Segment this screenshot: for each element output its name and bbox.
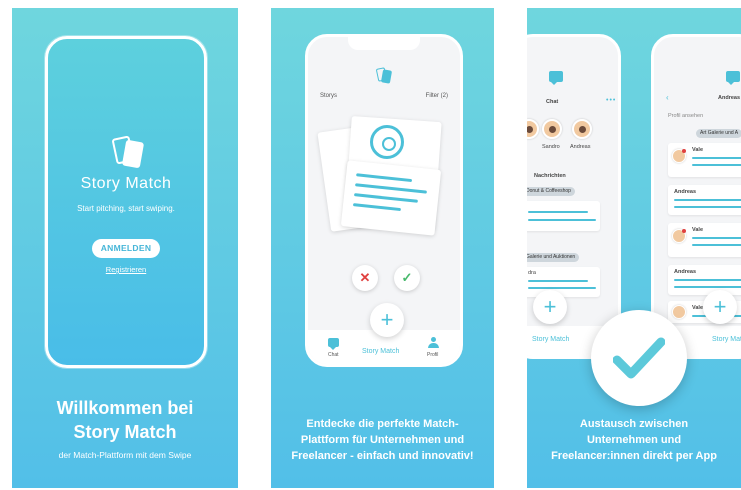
chat-caption-line1: Austausch zwischen [579,418,689,430]
chat-title: Chat [546,99,559,105]
chat-caption-line3: Freelancer:innen direkt per App [551,450,717,462]
message-sender: Vale [692,305,704,311]
register-link[interactable]: Registrieren [48,265,204,274]
nav-profile-label: Profil [427,352,439,358]
text-line [528,280,588,282]
avatar-andreas[interactable] [572,119,592,139]
message-card[interactable]: Andreas [668,185,741,215]
chat-caption: Austausch zwischen Unternehmen und Freel… [527,416,741,464]
contact-sandro: Sandro [542,144,560,150]
chat-icon [549,71,563,85]
match-check-icon [591,310,687,406]
avatar-sandro[interactable] [542,119,562,139]
nav-brand-label: Story Match [362,348,400,355]
text-line [674,286,741,288]
filter-button[interactable]: Filter (2) [426,93,448,99]
profile-icon[interactable] [428,337,439,348]
text-line [353,193,418,203]
welcome-caption-line2: Story Match [73,422,177,442]
stories-label: Storys [320,93,338,99]
checkmark-icon [613,337,665,379]
group-art-galerie[interactable]: Art Galerie und A [696,129,741,138]
welcome-subcaption: der Match-Plattform mit dem Swipe [58,450,192,460]
group-donut-coffeeshop[interactable]: Donut & Coffeeshop [527,187,575,196]
group-galerie-auktionen[interactable]: Galerie und Auktionen [527,253,580,262]
contact-andreas: Andreas [570,144,591,150]
swipe-caption: Entdecke die perfekte Match- Plattform f… [271,416,494,464]
panel-chat: Chat ••• Sandro Andreas Nachrichten Donu… [527,8,741,488]
chat-icon[interactable] [328,338,339,350]
avatar[interactable] [527,119,539,139]
message-sender: Vale [692,147,704,153]
text-line [528,219,596,221]
message-sender: Vale [692,227,704,233]
text-line [355,183,427,194]
chat-icon [726,71,740,85]
message-card[interactable]: Vale [668,143,741,177]
message-sender: Andreas [674,189,697,195]
text-line [692,164,741,166]
text-line [674,199,741,201]
welcome-caption: Willkommen bei Story Match [12,396,238,444]
panel-swipe: Storys Filter (2) ✕ ✓ Chat Story Match P… [271,8,494,488]
story-cards-logo-icon [111,135,148,171]
text-line [674,206,741,208]
swipe-caption-line1: Entdecke die perfekte Match- [306,418,459,430]
swipe-caption-line2: Plattform für Unternehmen und [300,434,465,446]
app-brand: Story Match [80,175,172,192]
message-card[interactable]: Vale [668,223,741,257]
tagline: Start pitching, start swiping. [77,204,175,213]
reject-button[interactable]: ✕ [352,265,378,291]
messages-header: Nachrichten [534,173,566,179]
accept-button[interactable]: ✓ [394,265,420,291]
phone-mockup-welcome: Story Match Start pitching, start swipin… [45,36,207,368]
chat-detail-title: Andreas [718,95,741,101]
more-icon[interactable]: ••• [606,97,616,104]
back-icon[interactable]: ‹ [666,93,669,102]
message-card[interactable]: Andreas [668,265,741,295]
story-card-front[interactable] [340,160,442,236]
login-button[interactable]: ANMELDEN [92,239,160,258]
message-card[interactable] [527,201,600,231]
avatar-vale [672,305,686,319]
text-line [692,157,741,159]
story-cards-logo-icon [375,67,393,84]
nav-brand-label: Story Match [532,336,570,343]
message-card[interactable]: dra [527,267,600,297]
welcome-caption-line1: Willkommen bei [56,398,194,418]
unread-dot [682,229,686,233]
panel-welcome: Story Match Start pitching, start swipin… [12,8,238,488]
text-line [674,279,741,281]
phone-mockup-swipe: Storys Filter (2) ✕ ✓ Chat Story Match P… [305,34,463,367]
text-line [692,244,741,246]
nav-chat-label: Chat [328,352,339,358]
text-line [528,211,588,213]
text-line [528,287,596,289]
profile-link[interactable]: Profil ansehen [668,113,703,119]
unread-dot [682,149,686,153]
add-story-button[interactable]: + [703,290,737,324]
nav-brand-label: Story Match [712,336,741,343]
add-story-button[interactable]: + [533,290,567,324]
chat-caption-line2: Unternehmen und [586,434,682,446]
add-story-button[interactable]: + [370,303,404,337]
donut-icon [370,125,404,159]
message-sender: Andreas [674,269,697,275]
text-line [692,237,741,239]
phone-notch [348,37,420,50]
text-line [352,203,401,212]
text-line [356,173,413,183]
sender-name: dra [528,270,536,276]
swipe-caption-line3: Freelancer - einfach und innovativ! [291,450,474,462]
